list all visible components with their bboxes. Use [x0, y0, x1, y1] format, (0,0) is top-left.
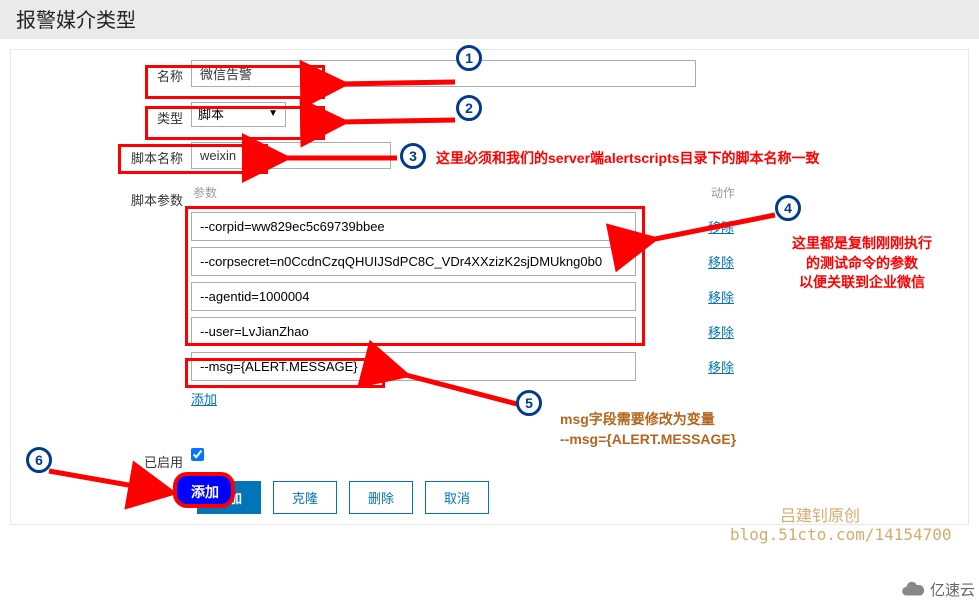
param-input[interactable] — [191, 247, 636, 276]
badge-2: 2 — [456, 95, 482, 121]
annotation-3-text: 这里必须和我们的server端alertscripts目录下的脚本名称一致 — [436, 148, 956, 168]
watermark-logo: 亿速云 — [900, 576, 975, 602]
badge-4: 4 — [775, 195, 801, 221]
label-script-params: 脚本参数 — [11, 184, 191, 209]
type-select[interactable]: 脚本 — [191, 102, 286, 127]
annotation-5-text: msg字段需要修改为变量 --msg={ALERT.MESSAGE} — [560, 410, 736, 449]
label-script-name: 脚本名称 — [11, 142, 191, 167]
param-input[interactable] — [191, 282, 636, 311]
param-remove-link[interactable]: 移除 — [708, 287, 734, 306]
watermark-author: 吕建钊原创 — [780, 502, 860, 526]
arrow-5 — [392, 366, 522, 414]
add-button[interactable]: 添加 — [197, 481, 261, 514]
badge-3: 3 — [400, 143, 426, 169]
arrow-3 — [272, 148, 402, 171]
delete-button[interactable]: 删除 — [349, 481, 413, 514]
param-remove-link[interactable]: 移除 — [708, 322, 734, 341]
label-name: 名称 — [11, 60, 191, 85]
arrow-1 — [330, 72, 460, 95]
badge-1: 1 — [456, 45, 482, 71]
arrow-6 — [44, 466, 174, 509]
badge-6: 6 — [26, 447, 52, 473]
watermark-blog: blog.51cto.com/14154700 — [730, 525, 952, 544]
arrow-2 — [330, 110, 460, 133]
cloud-icon — [900, 576, 926, 602]
annotation-4-text: 这里都是复制刚刚执行 的测试命令的参数 以便关联到企业微信 — [752, 234, 972, 293]
param-remove-link[interactable]: 移除 — [708, 357, 734, 376]
label-type: 类型 — [11, 102, 191, 127]
cancel-button[interactable]: 取消 — [425, 481, 489, 514]
badge-5: 5 — [516, 390, 542, 416]
param-input[interactable] — [191, 212, 636, 241]
col-action-header: 动作 — [711, 184, 746, 201]
col-param-header: 参数 — [191, 184, 711, 201]
enabled-checkbox[interactable] — [191, 448, 204, 461]
page-title: 报警媒介类型 — [0, 0, 979, 39]
param-row: 移除 — [191, 282, 746, 311]
param-row: 移除 — [191, 317, 746, 346]
param-remove-link[interactable]: 移除 — [708, 252, 734, 271]
add-param-link[interactable]: 添加 — [191, 389, 217, 408]
param-input[interactable] — [191, 317, 636, 346]
clone-button[interactable]: 克隆 — [273, 481, 337, 514]
params-header: 参数 动作 — [191, 184, 746, 206]
